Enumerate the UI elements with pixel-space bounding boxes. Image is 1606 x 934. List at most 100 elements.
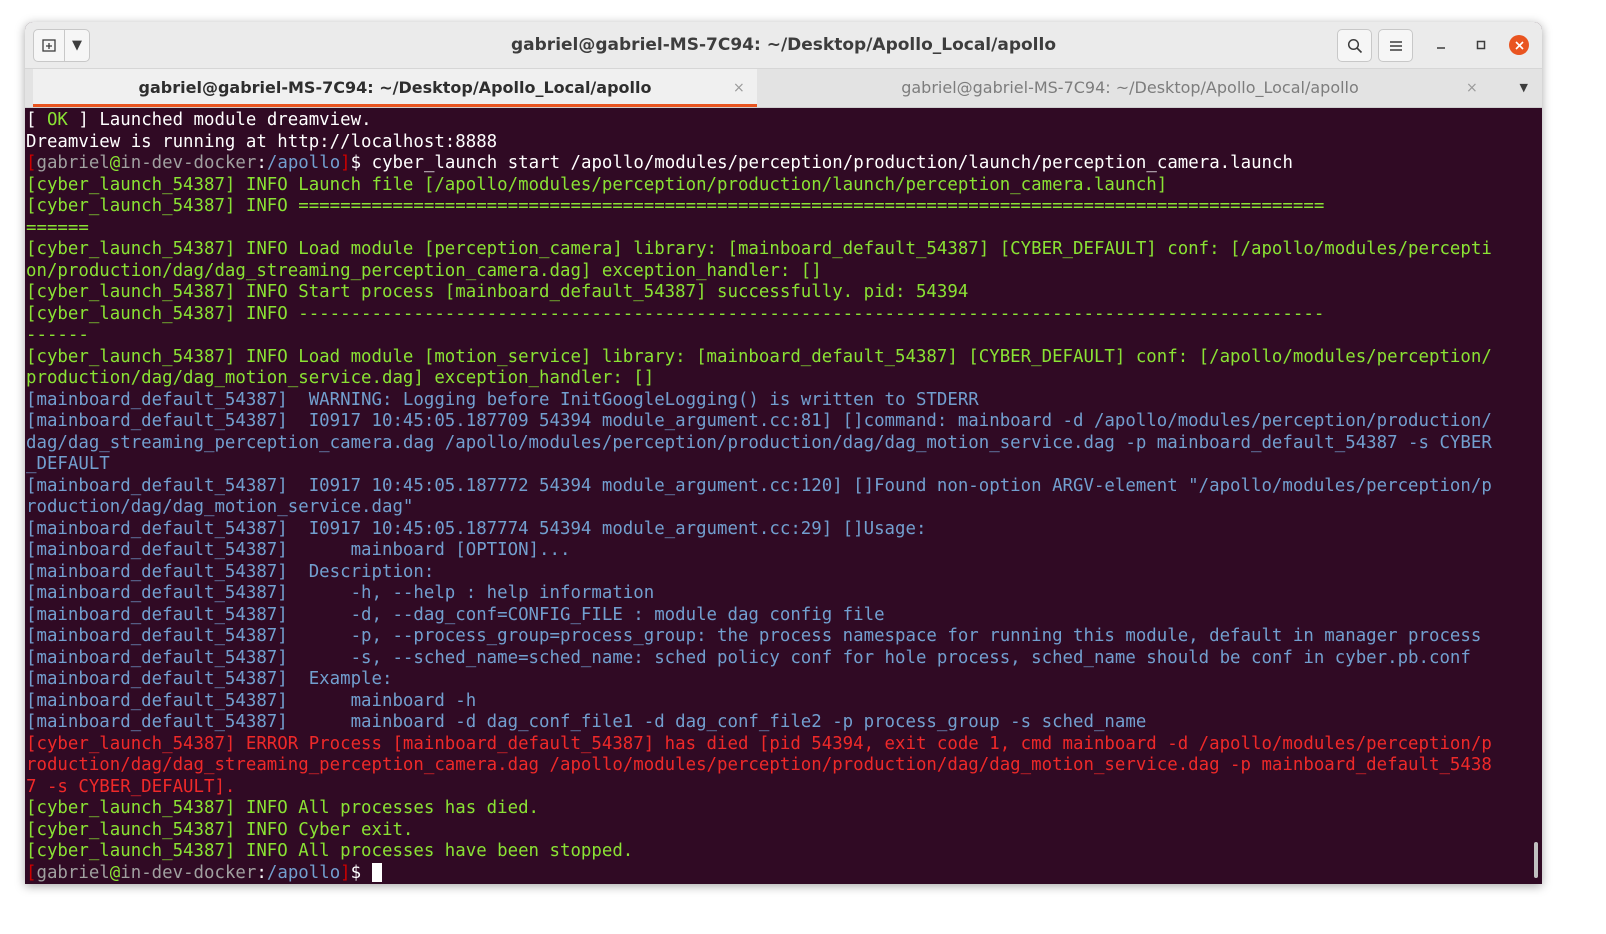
terminal-text: [cyber_launch_54387] INFO Launch file [/… bbox=[26, 174, 1168, 195]
terminal-line: ------ bbox=[26, 325, 1534, 347]
terminal-text: [ bbox=[26, 110, 47, 130]
terminal-line: [cyber_launch_54387] INFO Cyber exit. bbox=[26, 820, 1534, 842]
tab-2-label: gabriel@gabriel-MS-7C94: ~/Desktop/Apoll… bbox=[901, 78, 1359, 97]
terminal-text: [cyber_launch_54387] INFO All processes … bbox=[26, 841, 634, 861]
terminal-text: Dreamview is running at http://localhost… bbox=[26, 131, 498, 152]
terminal-cursor bbox=[371, 863, 382, 882]
terminal-text: : bbox=[256, 153, 267, 173]
terminal-text: [mainboard_default_54387] Description: bbox=[26, 561, 435, 582]
terminal-line: [mainboard_default_54387] mainboard [OPT… bbox=[26, 540, 1534, 562]
terminal-text: /apollo bbox=[266, 153, 341, 173]
terminal-text: _DEFAULT bbox=[26, 454, 110, 474]
terminal-text: roduction/dag/dag_streaming_perception_c… bbox=[26, 755, 1492, 775]
terminal-line: roduction/dag/dag_motion_service.dag" bbox=[26, 497, 1534, 519]
terminal-line: [mainboard_default_54387] -s, --sched_na… bbox=[26, 648, 1534, 670]
maximize-button[interactable] bbox=[1471, 35, 1491, 55]
close-button[interactable] bbox=[1509, 35, 1529, 55]
terminal-text: production/dag/dag_motion_service.dag] e… bbox=[26, 368, 655, 388]
terminal-text: in-dev-docker bbox=[120, 153, 257, 173]
terminal-line: [gabriel@in-dev-docker:/apollo]$ cyber_l… bbox=[26, 153, 1534, 175]
terminal-line: [mainboard_default_54387] -p, --process_… bbox=[26, 626, 1534, 648]
terminal-text: gabriel bbox=[36, 862, 110, 883]
terminal-line: Dreamview is running at http://localhost… bbox=[26, 132, 1534, 154]
tab-1[interactable]: gabriel@gabriel-MS-7C94: ~/Desktop/Apoll… bbox=[33, 69, 757, 107]
terminal-text: OK bbox=[46, 110, 68, 130]
terminal-text: [mainboard_default_54387] -p, --process_… bbox=[26, 626, 1482, 646]
terminal-text: $ bbox=[350, 862, 372, 883]
terminal-text: : bbox=[256, 862, 267, 883]
terminal-text: [mainboard_default_54387] mainboard [OPT… bbox=[26, 540, 571, 560]
terminal-window: ▼ gabriel@gabriel-MS-7C94: ~/Desktop/Apo… bbox=[25, 22, 1542, 884]
terminal-text: [cyber_launch_54387] INFO Load module [m… bbox=[26, 346, 1492, 367]
terminal-text: ====== bbox=[26, 217, 89, 238]
terminal-line: production/dag/dag_motion_service.dag] e… bbox=[26, 368, 1534, 390]
terminal-text: roduction/dag/dag_motion_service.dag" bbox=[26, 497, 414, 517]
terminal-text: [mainboard_default_54387] -h, --help : h… bbox=[26, 583, 655, 603]
terminal-text: ------ bbox=[26, 325, 89, 345]
terminal-line: [mainboard_default_54387] mainboard -d d… bbox=[26, 712, 1534, 734]
title-bar[interactable]: ▼ gabriel@gabriel-MS-7C94: ~/Desktop/Apo… bbox=[25, 22, 1542, 69]
terminal-line: _DEFAULT bbox=[26, 454, 1534, 476]
terminal-line: [mainboard_default_54387] -h, --help : h… bbox=[26, 583, 1534, 605]
terminal-line: [ OK ] Launched module dreamview. bbox=[26, 110, 1534, 132]
minimize-icon bbox=[1437, 47, 1445, 49]
tabs-menu-chevron-down-icon[interactable]: ▼ bbox=[1520, 69, 1528, 107]
terminal-line: dag/dag_streaming_perception_camera.dag … bbox=[26, 433, 1534, 455]
scrollbar[interactable] bbox=[1534, 842, 1538, 878]
terminal-line: [mainboard_default_54387] Example: bbox=[26, 669, 1534, 691]
terminal-text: [cyber_launch_54387] ERROR Process [main… bbox=[26, 733, 1492, 754]
terminal-text: on/production/dag/dag_streaming_percepti… bbox=[26, 260, 822, 281]
tab-1-label: gabriel@gabriel-MS-7C94: ~/Desktop/Apoll… bbox=[138, 78, 652, 97]
terminal-text: [ bbox=[26, 862, 37, 883]
terminal-output[interactable]: [ OK ] Launched module dreamview. Dreamvi… bbox=[25, 110, 1534, 884]
terminal-line: [cyber_launch_54387] INFO All processes … bbox=[26, 841, 1534, 863]
terminal-line: [mainboard_default_54387] WARNING: Loggi… bbox=[26, 390, 1534, 412]
tab-1-close-icon[interactable]: × bbox=[733, 69, 745, 107]
terminal-text: ] bbox=[340, 862, 351, 883]
terminal-line: [mainboard_default_54387] I0917 10:45:05… bbox=[26, 411, 1534, 433]
terminal-text: [mainboard_default_54387] I0917 10:45:05… bbox=[26, 411, 1492, 431]
terminal-line: 7 -s CYBER_DEFAULT]. bbox=[26, 777, 1534, 799]
terminal-line: [cyber_launch_54387] ERROR Process [main… bbox=[26, 734, 1534, 756]
terminal-text: [mainboard_default_54387] mainboard -d d… bbox=[26, 712, 1147, 732]
terminal-line: [cyber_launch_54387] INFO ==============… bbox=[26, 196, 1534, 218]
terminal-line: [mainboard_default_54387] mainboard -h bbox=[26, 691, 1534, 713]
window-title: gabriel@gabriel-MS-7C94: ~/Desktop/Apoll… bbox=[511, 35, 1056, 55]
terminal-text: @ bbox=[109, 862, 121, 883]
terminal-line: [cyber_launch_54387] INFO --------------… bbox=[26, 304, 1534, 326]
minimize-button[interactable] bbox=[1431, 35, 1451, 55]
terminal-line: [cyber_launch_54387] INFO Load module [p… bbox=[26, 239, 1534, 261]
terminal-line: [mainboard_default_54387] Description: bbox=[26, 562, 1534, 584]
terminal-line: [gabriel@in-dev-docker:/apollo]$ bbox=[26, 863, 1534, 885]
search-icon bbox=[1347, 38, 1362, 53]
terminal-text: [cyber_launch_54387] INFO All processes … bbox=[26, 798, 540, 818]
terminal-text: [cyber_launch_54387] INFO Cyber exit. bbox=[26, 819, 414, 840]
maximize-icon bbox=[1476, 40, 1486, 50]
tab-2[interactable]: gabriel@gabriel-MS-7C94: ~/Desktop/Apoll… bbox=[761, 69, 1499, 107]
terminal-line: [mainboard_default_54387] I0917 10:45:05… bbox=[26, 519, 1534, 541]
terminal-text: [mainboard_default_54387] mainboard -h bbox=[26, 690, 477, 711]
terminal-line: on/production/dag/dag_streaming_percepti… bbox=[26, 261, 1534, 283]
terminal-line: [mainboard_default_54387] -d, --dag_conf… bbox=[26, 605, 1534, 627]
terminal-text: [mainboard_default_54387] I0917 10:45:05… bbox=[26, 518, 927, 539]
terminal-line: ====== bbox=[26, 218, 1534, 240]
terminal-text: ] bbox=[340, 153, 351, 173]
terminal-line: [cyber_launch_54387] INFO Launch file [/… bbox=[26, 175, 1534, 197]
terminal-line: [cyber_launch_54387] INFO Start process … bbox=[26, 282, 1534, 304]
tab-2-close-icon[interactable]: × bbox=[1466, 69, 1478, 107]
terminal-text: [cyber_launch_54387] INFO Start process … bbox=[26, 282, 969, 302]
terminal-text: in-dev-docker bbox=[120, 862, 257, 883]
terminal-text: gabriel bbox=[36, 153, 110, 173]
terminal-text: $ cyber_launch start /apollo/modules/per… bbox=[350, 153, 1293, 173]
terminal-line: [cyber_launch_54387] INFO Load module [m… bbox=[26, 347, 1534, 369]
terminal-text: [cyber_launch_54387] INFO ==============… bbox=[26, 196, 1325, 216]
menu-button[interactable] bbox=[1378, 29, 1413, 62]
hamburger-icon bbox=[1389, 40, 1402, 51]
terminal-text: 7 -s CYBER_DEFAULT]. bbox=[26, 776, 236, 797]
terminal-text: [mainboard_default_54387] -d, --dag_conf… bbox=[26, 604, 885, 625]
terminal-text: dag/dag_streaming_perception_camera.dag … bbox=[26, 432, 1492, 453]
search-button[interactable] bbox=[1337, 29, 1372, 62]
terminal-text: ] Launched module dreamview. bbox=[67, 110, 372, 130]
terminal-text: [cyber_launch_54387] INFO --------------… bbox=[26, 303, 1325, 324]
terminal-text: [mainboard_default_54387] WARNING: Loggi… bbox=[26, 389, 979, 410]
